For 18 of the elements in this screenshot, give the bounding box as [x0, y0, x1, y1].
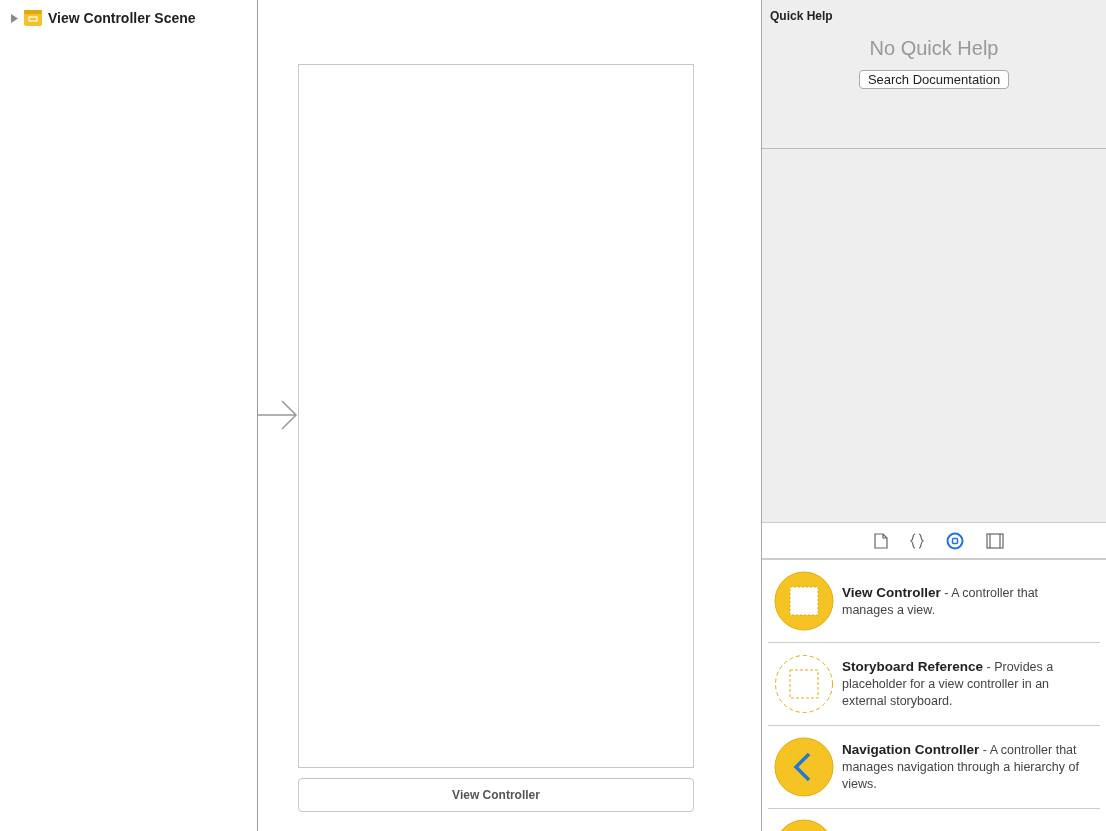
scene-icon	[24, 10, 42, 26]
storyboard-reference-icon	[774, 654, 834, 714]
film-icon[interactable]	[986, 532, 1004, 549]
library-item-description: Storyboard Reference - Provides a placeholder for a view controller in an external storyboard.	[842, 658, 1055, 710]
library-item-description: Navigation Controller - A controller that manages navigation through a hierarchy of views.	[842, 741, 1080, 793]
scene-label: View Controller Scene	[48, 10, 196, 26]
panel-title: Quick Help	[770, 9, 833, 23]
outline-item[interactable]: View Controller Scene	[10, 10, 257, 26]
library-item-description: View Controller - A controller that manages a view.	[842, 583, 1040, 619]
view-controller-icon	[774, 571, 834, 631]
object-icon[interactable]	[946, 531, 964, 550]
empty-message: No Quick Help	[869, 37, 999, 60]
navigation-controller-icon	[774, 737, 834, 797]
search-documentation-button[interactable]: Search Documentation	[858, 70, 1010, 89]
braces-icon[interactable]	[910, 532, 924, 549]
disclosure-right-icon[interactable]	[10, 13, 18, 23]
file-icon[interactable]	[874, 532, 888, 549]
scene-title-bar[interactable]: View Controller	[298, 778, 694, 812]
